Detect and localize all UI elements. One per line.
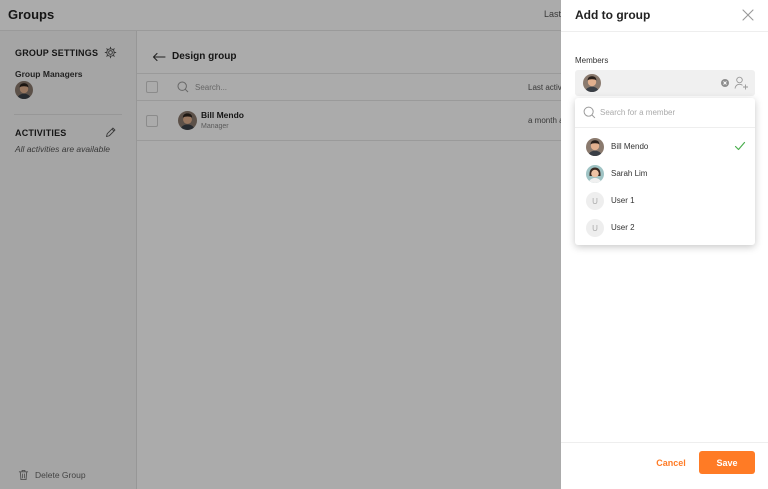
member-avatar-initial: U	[586, 192, 604, 210]
panel-footer-divider	[561, 442, 768, 443]
add-to-group-panel: Add to group Members Search for a member	[561, 0, 768, 489]
check-icon	[734, 141, 746, 151]
clear-icon[interactable]	[721, 79, 729, 87]
member-search[interactable]: Search for a member	[575, 98, 755, 128]
member-name: User 2	[611, 223, 635, 232]
member-name: User 1	[611, 196, 635, 205]
member-option-user-1[interactable]: U User 1	[575, 188, 755, 214]
member-avatar	[586, 138, 604, 156]
member-option-bill-mendo[interactable]: Bill Mendo	[575, 134, 755, 160]
panel-title: Add to group	[575, 8, 651, 22]
panel-header-divider	[561, 31, 768, 32]
members-label: Members	[575, 56, 609, 65]
member-name: Sarah Lim	[611, 169, 648, 178]
member-search-input[interactable]: Search for a member	[600, 108, 675, 117]
member-dropdown: Search for a member Bill Mendo Sarah Lim…	[575, 98, 755, 245]
member-option-user-2[interactable]: U User 2	[575, 215, 755, 241]
member-avatar	[586, 165, 604, 183]
search-icon	[583, 106, 596, 119]
member-name: Bill Mendo	[611, 142, 649, 151]
save-button[interactable]: Save	[699, 451, 755, 474]
member-option-sarah-lim[interactable]: Sarah Lim	[575, 161, 755, 187]
close-icon[interactable]	[741, 8, 755, 22]
members-select[interactable]	[575, 70, 755, 96]
modal-backdrop[interactable]	[0, 0, 561, 489]
add-user-icon[interactable]	[734, 76, 749, 90]
cancel-button[interactable]: Cancel	[653, 453, 689, 473]
selected-member-avatar	[583, 74, 601, 92]
member-avatar-initial: U	[586, 219, 604, 237]
